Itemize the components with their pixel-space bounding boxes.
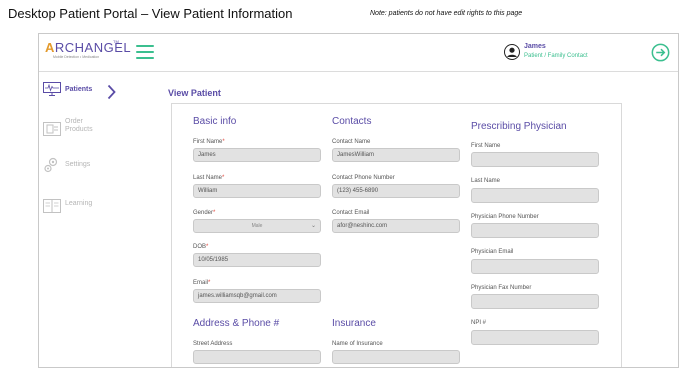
sidebar-item-settings[interactable]: Settings: [39, 154, 135, 190]
physician-last-name-label: Last Name: [471, 178, 501, 184]
contact-name-label: Contact Name: [332, 139, 371, 145]
gender-value: Male: [251, 223, 263, 229]
gender-select[interactable]: Male ⌄: [193, 219, 321, 233]
street-address-label: Street Address: [193, 341, 233, 347]
email-field[interactable]: james.williamsqb@gmail.com: [193, 289, 321, 303]
npi-field[interactable]: [471, 330, 599, 345]
physician-email-label: Physician Email: [471, 249, 514, 255]
contact-email-field[interactable]: afor@neshinc.com: [332, 219, 460, 233]
patients-monitor-icon: [43, 82, 61, 96]
dob-label: DOB*: [193, 244, 209, 250]
book-icon: [43, 199, 61, 213]
physician-phone-label: Physician Phone Number: [471, 214, 539, 220]
first-name-label: First Name*: [193, 139, 225, 145]
prescribing-physician-heading: Prescribing Physician: [471, 121, 567, 132]
npi-label: NPI #: [471, 320, 487, 326]
contact-name-field[interactable]: JamesWilliam: [332, 148, 460, 162]
archangel-logo[interactable]: ARCHANGEL TM Mobile Detection • Medicati…: [43, 39, 131, 64]
contact-phone-label: Contact Phone Number: [332, 175, 395, 181]
logo-tagline: Mobile Detection • Medication: [53, 55, 100, 59]
physician-last-name-field[interactable]: [471, 188, 599, 203]
arrow-right-circle-icon[interactable]: [651, 43, 670, 62]
contacts-heading: Contacts: [332, 116, 372, 127]
sidebar-item-label: Order Products: [65, 118, 93, 134]
chevron-right-icon: [107, 84, 116, 100]
physician-first-name-label: First Name: [471, 143, 501, 149]
dob-field[interactable]: 10/05/1985: [193, 253, 321, 267]
document-title: Desktop Patient Portal – View Patient In…: [8, 6, 293, 21]
hamburger-icon[interactable]: [136, 45, 154, 59]
last-name-field[interactable]: William: [193, 184, 321, 198]
sidebar-item-order-products[interactable]: Order Products: [39, 116, 135, 152]
order-products-icon: [43, 122, 61, 136]
physician-fax-field[interactable]: [471, 294, 599, 309]
page-title: View Patient: [168, 88, 221, 98]
street-address-field[interactable]: [193, 350, 321, 364]
last-name-label: Last Name*: [193, 175, 225, 181]
physician-phone-field[interactable]: [471, 223, 599, 238]
gears-icon: [44, 157, 58, 173]
sidebar-item-label: Settings: [65, 161, 91, 168]
contact-email-label: Contact Email: [332, 210, 370, 216]
sidebar-item-label: Learning: [65, 200, 93, 207]
document-note: Note: patients do not have edit rights t…: [370, 10, 523, 17]
chevron-down-icon: ⌄: [310, 223, 316, 229]
email-label: Email*: [193, 280, 211, 286]
user-avatar-icon: [504, 44, 520, 60]
physician-email-field[interactable]: [471, 259, 599, 274]
sidebar: Patients Order Products Settings Learnin…: [39, 72, 135, 367]
sidebar-item-label-line: Products: [65, 126, 93, 133]
insurance-heading: Insurance: [332, 318, 376, 329]
contact-phone-field[interactable]: (123) 455-6890: [332, 184, 460, 198]
user-name: James: [524, 43, 546, 50]
insurance-name-label: Name of Insurance: [332, 341, 383, 347]
logo-tm: TM: [113, 39, 119, 44]
top-bar: ARCHANGEL TM Mobile Detection • Medicati…: [39, 34, 678, 72]
sidebar-item-label-line: Order: [65, 118, 83, 125]
basic-info-heading: Basic info: [193, 116, 237, 127]
physician-fax-label: Physician Fax Number: [471, 285, 532, 291]
sidebar-item-learning[interactable]: Learning: [39, 194, 135, 230]
physician-first-name-field[interactable]: [471, 152, 599, 167]
first-name-field[interactable]: James: [193, 148, 321, 162]
gender-label: Gender*: [193, 210, 216, 216]
sidebar-item-patients[interactable]: Patients: [39, 78, 135, 114]
address-heading: Address & Phone #: [193, 318, 280, 329]
insurance-name-field[interactable]: [332, 350, 460, 364]
sidebar-item-label: Patients: [65, 86, 93, 93]
user-role: Patient / Family Contact: [524, 53, 588, 59]
main-content: View Patient Basic info First Name* Jame…: [135, 72, 678, 367]
patient-info-card: Basic info First Name* James Last Name* …: [171, 103, 622, 367]
app-frame: ARCHANGEL TM Mobile Detection • Medicati…: [38, 33, 679, 368]
